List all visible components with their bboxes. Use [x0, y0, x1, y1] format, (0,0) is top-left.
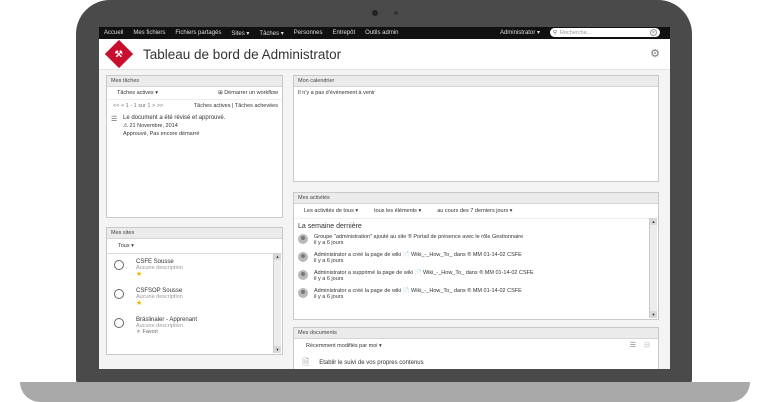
activity-time: il y a 6 jours — [314, 294, 344, 300]
scroll-up-icon[interactable]: ▲ — [650, 218, 657, 225]
nav-personnes[interactable]: Personnes — [289, 30, 328, 36]
start-workflow-label: Démarrer un workflow — [224, 90, 278, 96]
user-menu[interactable]: Administrator ▾ — [500, 29, 540, 36]
avatar-icon — [298, 234, 308, 244]
calendar-panel: Mon calendrier Il n'y a pas d'événement … — [293, 75, 659, 182]
logo: ⚒ — [104, 39, 134, 69]
sites-filter[interactable]: Tous ▾ — [107, 239, 282, 254]
activity-time: il y a 6 jours — [314, 258, 344, 264]
activity-time: il y a 6 jours — [314, 240, 344, 246]
document-hint: Etablir le suivi de vos propres contenus — [319, 360, 424, 366]
list-view-icon[interactable]: ☰ — [630, 341, 636, 349]
nav-outils-admin[interactable]: Outils admin — [360, 30, 403, 36]
camera-icon — [372, 10, 378, 16]
globe-icon — [114, 289, 124, 299]
task-list-icon: ☰ — [111, 116, 118, 123]
activity-text[interactable]: Administrator a créé la page de wiki 📄 W… — [314, 252, 522, 258]
sites-scrollbar[interactable]: ▲ ▼ — [273, 253, 281, 353]
sensor-icon — [394, 11, 398, 15]
documents-panel: Mes documents Récemment modifiés par moi… — [293, 327, 659, 369]
activity-item-filter[interactable]: tous les éléments ▾ — [374, 208, 421, 214]
activity-text[interactable]: Administrator a créé la page de wiki 📄 W… — [314, 288, 522, 294]
avatar-icon — [298, 288, 308, 298]
clear-icon[interactable]: × — [650, 29, 657, 36]
laptop-base — [20, 382, 750, 402]
favorite-icon[interactable]: ★ — [136, 329, 141, 335]
logo-icon: ⚒ — [114, 48, 124, 59]
star-icon[interactable]: ★ — [136, 271, 183, 279]
activity-range-filter[interactable]: au cours des 7 derniers jours ▾ — [437, 208, 512, 214]
activity-item: Administrator a créé la page de wiki 📄 W… — [298, 288, 658, 300]
dashboard-header: ⚒ Tableau de bord de Administrator ⚙ — [99, 39, 670, 70]
tasks-filter[interactable]: Tâches actives ▾ — [117, 90, 158, 96]
tasks-pager[interactable]: << < 1 - 1 sur 1 > >> — [113, 103, 163, 109]
site-item[interactable]: CSFE Sousse Aucune description ★ — [114, 259, 282, 279]
scroll-down-icon[interactable]: ▼ — [650, 311, 657, 318]
site-description: Aucune description — [136, 265, 183, 271]
activity-text[interactable]: Groupe "administration" ajouté au site ®… — [314, 234, 523, 240]
activity-item: Administrator a créé la page de wiki 📄 W… — [298, 252, 658, 264]
page-title: Tableau de bord de Administrator — [143, 46, 342, 62]
activity-text[interactable]: Administrator a supprimé la page de wiki… — [314, 270, 534, 276]
search-icon: ⚲ — [553, 29, 558, 36]
screen: Accueil Mes fichiers Fichiers partagés S… — [99, 27, 670, 369]
nav-sites[interactable]: Sites ▾ — [226, 30, 254, 37]
globe-icon — [114, 260, 124, 270]
scroll-down-icon[interactable]: ▼ — [274, 346, 281, 353]
avatar-icon — [298, 270, 308, 280]
top-navigation: Accueil Mes fichiers Fichiers partagés S… — [99, 27, 670, 39]
start-workflow-button[interactable]: ⊞ Démarrer un workflow — [218, 90, 278, 96]
activities-title: Mes activités — [294, 193, 658, 204]
sites-title: Mes sites — [107, 228, 282, 239]
nav-mes-fichiers[interactable]: Mes fichiers — [128, 30, 170, 36]
documents-title: Mes documents — [294, 328, 658, 339]
site-item[interactable]: Bräslinaler - Apprenant Aucune descripti… — [114, 317, 282, 335]
favorite-label: Favori — [142, 329, 158, 335]
documents-filter[interactable]: Récemment modifiés par moi ▾ — [306, 343, 382, 349]
nav-accueil[interactable]: Accueil — [99, 30, 128, 36]
document-icon: 🗎 — [302, 357, 310, 367]
site-item[interactable]: CSFSOP Sousse Aucune description ★ — [114, 288, 282, 308]
activity-time: il y a 6 jours — [314, 276, 344, 282]
tasks-links[interactable]: Tâches actives | Tâches achevées — [194, 103, 278, 109]
detail-view-icon[interactable]: ⊟ — [644, 341, 650, 349]
warning-icon: ⚠ — [123, 123, 128, 129]
site-description: Aucune description — [136, 294, 183, 300]
scroll-up-icon[interactable]: ▲ — [274, 253, 281, 260]
search-input[interactable]: ⚲ Recherche... × — [550, 28, 660, 37]
calendar-empty-message: Il n'y a pas d'événement à venir — [298, 90, 376, 96]
activities-section-title: La semaine dernière — [298, 223, 362, 230]
activities-panel: Mes activités Les activités de tous ▾ to… — [293, 192, 659, 320]
nav-taches[interactable]: Tâches ▾ — [254, 30, 288, 37]
calendar-title: Mon calendrier — [294, 76, 658, 87]
star-icon[interactable]: ★ — [136, 300, 183, 308]
sites-panel: Mes sites Tous ▾ CSFE Sousse Aucune desc… — [106, 227, 283, 355]
avatar-icon — [298, 252, 308, 262]
globe-icon — [114, 318, 124, 328]
nav-fichiers-partages[interactable]: Fichiers partagés — [170, 30, 226, 36]
task-name[interactable]: Le document a été révisé et approuvé. — [123, 115, 282, 121]
task-date: 21 Novembre, 2014 — [129, 123, 178, 129]
tasks-title: Mes tâches — [107, 76, 282, 87]
gear-icon[interactable]: ⚙ — [650, 47, 660, 60]
activities-scrollbar[interactable]: ▲ ▼ — [649, 218, 657, 318]
nav-entrepot[interactable]: Entrepôt — [327, 30, 360, 36]
search-placeholder: Recherche... — [560, 29, 592, 36]
activity-item: Administrator a supprimé la page de wiki… — [298, 270, 658, 282]
task-status: Approuvé, Pas encore démarré — [123, 131, 200, 137]
activity-item: Groupe "administration" ajouté au site ®… — [298, 234, 658, 246]
tasks-panel: Mes tâches Tâches actives ▾ ⊞ Démarrer u… — [106, 75, 283, 218]
activity-user-filter[interactable]: Les activités de tous ▾ — [304, 208, 358, 214]
workflow-icon: ⊞ — [218, 90, 223, 96]
